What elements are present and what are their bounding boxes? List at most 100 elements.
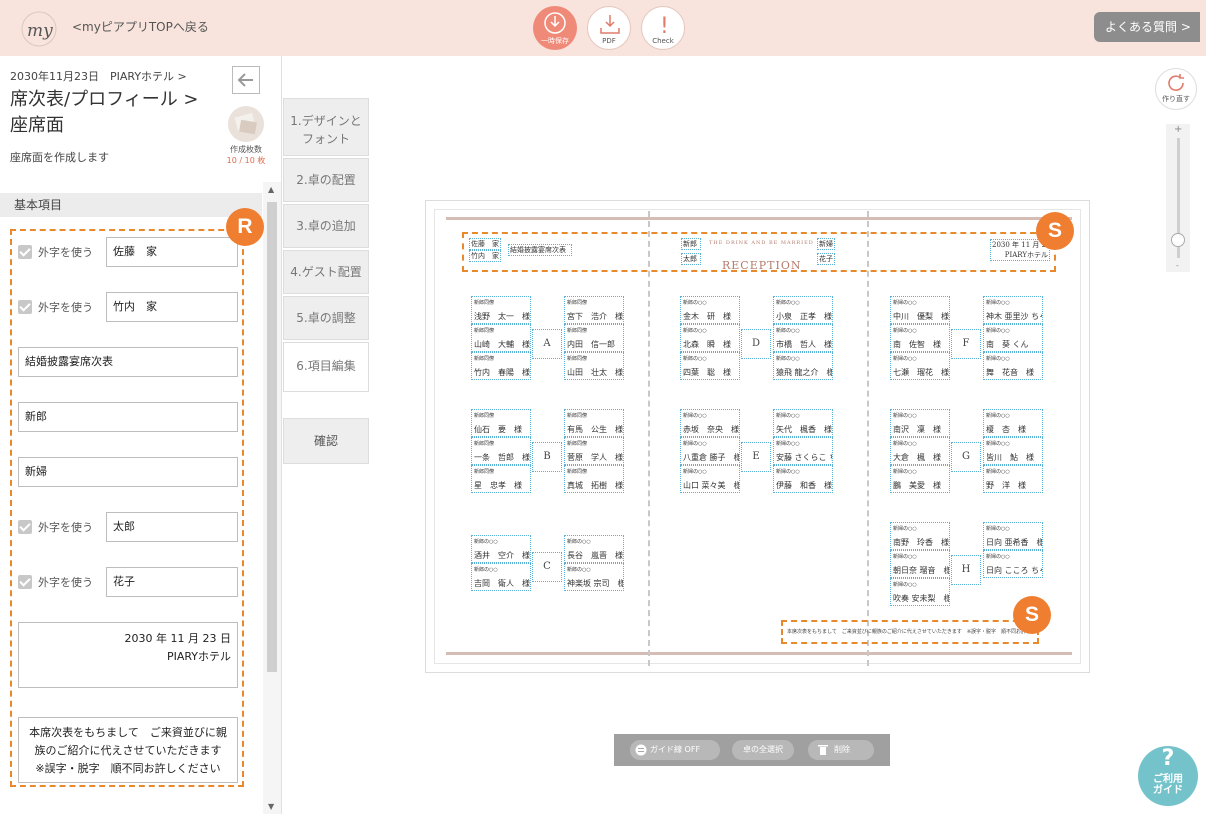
guest-seat[interactable]: 新婦の○○ 中川 優梨 様 [890, 296, 950, 324]
table-label[interactable]: A [532, 329, 562, 359]
table-b[interactable]: 新郎同僚 仙石 要 様新郎同僚 一条 哲郎 様新郎同僚星 忠孝 様新郎同僚 有馬 公生… [471, 409, 625, 493]
table-d[interactable]: 新郎の○○ 金木 研 様新郎の○○ 北森 瞬 様新郎の○○ 四葉 聡 様 新郎の○○ 小泉… [680, 296, 834, 380]
gaiji-checkbox[interactable] [18, 575, 32, 589]
guest-seat[interactable]: 新婦の○○ 朝日奈 瑠音 様 [890, 550, 950, 578]
tab-item-edit[interactable]: 6.項目編集 [283, 342, 369, 392]
guest-seat[interactable]: 新婦の○○ 南沢 凜 様 [890, 409, 950, 437]
guest-seat[interactable]: 新郎同僚 山田 壮太 様 [564, 352, 624, 380]
redo-button[interactable]: 作り直す [1155, 68, 1197, 110]
guest-seat[interactable]: 新郎の○○ 北森 瞬 様 [680, 324, 740, 352]
table-a[interactable]: 新郎同僚 浅野 太一 様新郎同僚 山崎 大輔 様新郎同僚 竹内 春陽 様新郎同僚 宮下 … [471, 296, 625, 380]
guest-seat[interactable]: 新婦の○○ 山口 菜々美 様 [680, 465, 740, 493]
guest-seat[interactable]: 新婦の○○ 南 葵 くん [983, 324, 1043, 352]
guest-seat[interactable]: 新郎の○○ 酒井 空介 様 [471, 535, 531, 563]
guest-seat[interactable]: 新婦の○○ 七瀬 瑠花 様 [890, 352, 950, 380]
guest-seat[interactable]: 新郎同僚 一条 哲郎 様 [471, 437, 531, 465]
table-label[interactable]: G [951, 442, 981, 472]
guest-seat[interactable]: 新郎同僚 浅野 太一 様 [471, 296, 531, 324]
delete-button[interactable]: 削除 [808, 740, 874, 760]
select-all-tables-button[interactable]: 卓の全選択 [732, 740, 794, 760]
tab-table-layout[interactable]: 2.卓の配置 [283, 158, 369, 202]
back-arrow-button[interactable] [232, 66, 260, 94]
confirm-button[interactable]: 確認 [283, 418, 369, 464]
scrollbar-thumb[interactable] [267, 202, 277, 672]
guest-seat[interactable]: 新婦の○○ 榎 杏 様 [983, 409, 1043, 437]
guest-seat[interactable]: 新婦の○○ 舞 花音 様 [983, 352, 1043, 380]
guest-seat[interactable]: 新郎の○○ 長谷 嵐晋 様 [564, 535, 624, 563]
breadcrumb-date-venue[interactable]: 2030年11月23日 PIARYホテル > [10, 68, 187, 84]
zoom-knob[interactable] [1171, 233, 1185, 248]
guest-seat[interactable]: 新婦の○○ 吹奏 安未梨 様 [890, 578, 950, 606]
guest-seat[interactable]: 新婦の○○ 日向 亜希香 様 [983, 522, 1043, 550]
guest-seat[interactable]: 新郎同僚星 忠孝 様 [471, 465, 531, 493]
guest-seat[interactable]: 新婦の○○ 安藤 さくらこ ちゃん [773, 437, 833, 465]
zoom-slider[interactable]: + - [1166, 124, 1190, 272]
table-label[interactable]: D [741, 329, 771, 359]
groom-name-input[interactable]: 太郎 [106, 512, 238, 542]
bride-name-input[interactable]: 花子 [106, 567, 238, 597]
guest-seat[interactable]: 新郎同僚 菅原 学人 様 [564, 437, 624, 465]
guest-seat[interactable]: 新郎同僚内田 信一郎 様 [564, 324, 624, 352]
guide-line-toggle[interactable]: ガイド線 OFF [630, 740, 720, 760]
bride-family-input[interactable]: 竹内 家 [106, 292, 238, 322]
table-f[interactable]: 新婦の○○ 中川 優梨 様新婦の○○ 南 佐智 様新婦の○○ 七瀬 瑠花 様 新婦の○○… [890, 296, 1044, 380]
table-h[interactable]: 新婦の○○ 南野 玲香 様新婦の○○ 朝日奈 瑠音 様新婦の○○ 吹奏 安未梨 様新婦… [890, 522, 1044, 606]
table-label[interactable]: C [532, 552, 562, 582]
table-label[interactable]: B [532, 442, 562, 472]
guest-seat[interactable]: 新郎の○○ 小泉 正孝 様 [773, 296, 833, 324]
guest-seat[interactable]: 新郎同僚 宮下 浩介 様 [564, 296, 624, 324]
guest-seat[interactable]: 新郎の○○ 金木 研 様 [680, 296, 740, 324]
tab-add-table[interactable]: 3.卓の追加 [283, 204, 369, 248]
guest-seat[interactable]: 新郎の○○ 四葉 聡 様 [680, 352, 740, 380]
tab-design-font[interactable]: 1.デザインと フォント [283, 98, 369, 156]
scroll-up-icon[interactable]: ▲ [268, 185, 274, 194]
table-label[interactable]: F [951, 329, 981, 359]
guest-seat[interactable]: 新婦の○○ 大倉 楓 様 [890, 437, 950, 465]
gaiji-checkbox[interactable] [18, 300, 32, 314]
seating-chart-sheet[interactable]: 佐藤 家 竹内 家 結婚披露宴席次表 新郎 太郎 新婦 花子 THE DRINK… [425, 200, 1090, 673]
guest-seat[interactable]: 新婦の○○ 野 洋 様 [983, 465, 1043, 493]
scroll-down-icon[interactable]: ▼ [268, 802, 274, 811]
tab-table-adjust[interactable]: 5.卓の調整 [283, 296, 369, 340]
guest-seat[interactable]: 新婦の○○ 南 佐智 様 [890, 324, 950, 352]
guest-seat[interactable]: 新郎の○○ 吉岡 衛人 様 [471, 563, 531, 591]
guest-seat[interactable]: 新婦の○○ 矢代 楓香 様 [773, 409, 833, 437]
zoom-out-icon[interactable]: - [1176, 261, 1179, 270]
app-logo[interactable]: my [18, 10, 60, 48]
guest-seat[interactable]: 新婦の○○ 日向 こころ ちゃん [983, 550, 1043, 578]
page-title-line1[interactable]: 席次表/プロフィール > [10, 87, 199, 113]
help-guide-button[interactable]: ? ご利用 ガイド [1138, 746, 1198, 806]
table-label[interactable]: E [741, 442, 771, 472]
back-to-top-link[interactable]: <myピアプリTOPへ戻る [72, 18, 209, 35]
groom-label-input[interactable]: 新郎 [18, 402, 238, 432]
table-e[interactable]: 新婦の○○ 赤坂 奈央 様新婦の○○ 八重倉 勝子 様新婦の○○ 山口 菜々美 様 新婦… [680, 409, 834, 493]
design-thumbnail[interactable] [228, 106, 264, 142]
guest-seat[interactable]: 新郎の○○ 市橋 哲人 様 [773, 324, 833, 352]
guest-seat[interactable]: 新婦の○○ 鵬 美愛 様 [890, 465, 950, 493]
table-g[interactable]: 新婦の○○ 南沢 凜 様新婦の○○ 大倉 楓 様新婦の○○ 鵬 美愛 様 新婦の○○ 榎 … [890, 409, 1044, 493]
footer-textarea[interactable]: 本席次表をもちまして ご来資並びに親族のご紹介に代えさせていただきます ※誤字・… [18, 717, 238, 783]
bride-label-input[interactable]: 新婦 [18, 457, 238, 487]
gaiji-checkbox[interactable] [18, 245, 32, 259]
check-button[interactable]: ! Check [641, 6, 685, 50]
footer-note[interactable]: 本席次表をもちまして ご来資並びに親族のご紹介に代えさせていただきます ※誤字・… [781, 620, 1039, 644]
guest-seat[interactable]: 新郎同僚 真城 拓樹 様 [564, 465, 624, 493]
guest-seat[interactable]: 新婦の○○ 八重倉 勝子 様 [680, 437, 740, 465]
guest-seat[interactable]: 新婦の○○ 神木 亜里沙 ちゃん [983, 296, 1043, 324]
groom-family-input[interactable]: 佐藤 家 [106, 237, 238, 267]
title-input[interactable]: 結婚披露宴席次表 [18, 347, 238, 377]
guest-seat[interactable]: 新婦の○○ 皆川 鮎 様 [983, 437, 1043, 465]
gaiji-checkbox[interactable] [18, 520, 32, 534]
table-label[interactable]: H [951, 555, 981, 585]
zoom-in-icon[interactable]: + [1174, 124, 1182, 135]
save-button[interactable]: 一時保存 [533, 6, 577, 50]
guest-seat[interactable]: 新郎同僚 有馬 公生 様 [564, 409, 624, 437]
guest-seat[interactable]: 新婦の○○ 伊藤 和香 様 [773, 465, 833, 493]
tab-guest-placement[interactable]: 4.ゲスト配置 [283, 250, 369, 294]
pdf-button[interactable]: PDF [587, 6, 631, 50]
table-c[interactable]: 新郎の○○ 酒井 空介 様新郎の○○ 吉岡 衛人 様 新郎の○○ 長谷 嵐晋 様新郎の○… [471, 535, 625, 617]
faq-button[interactable]: よくある質問 > [1094, 12, 1200, 42]
guest-seat[interactable]: 新郎の○○ 猿飛 龍之介 様 [773, 352, 833, 380]
guest-seat[interactable]: 新婦の○○ 赤坂 奈央 様 [680, 409, 740, 437]
guest-seat[interactable]: 新郎の○○ 神楽坂 宗司 様 [564, 563, 624, 591]
